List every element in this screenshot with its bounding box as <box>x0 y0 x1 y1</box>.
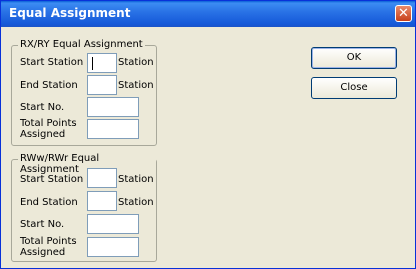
rww-rwr-end-station-unit: Station <box>118 197 154 208</box>
rx-ry-start-no-label: Start No. <box>20 102 65 113</box>
rx-ry-total-points-line1: Total Points <box>20 118 77 129</box>
rww-rwr-start-no-input[interactable] <box>87 214 139 234</box>
rx-ry-end-station-label: End Station <box>20 80 78 91</box>
rww-rwr-start-station-unit: Station <box>118 174 154 185</box>
rww-rwr-start-station-label: Start Station <box>20 174 84 185</box>
rx-ry-group-title: RX/RY Equal Assignment <box>18 39 145 50</box>
ok-button[interactable]: OK <box>311 47 397 69</box>
title-bar[interactable]: Equal Assignment ✕ <box>1 1 415 27</box>
rx-ry-end-station-unit: Station <box>118 80 154 91</box>
rww-rwr-start-station-input[interactable] <box>87 168 117 188</box>
rww-rwr-end-station-input[interactable] <box>87 191 117 211</box>
rx-ry-start-station-unit: Station <box>118 57 154 68</box>
close-button[interactable]: Close <box>311 77 397 99</box>
rww-rwr-total-points-label: Total Points Assigned <box>20 236 77 258</box>
rww-rwr-total-points-input[interactable] <box>87 237 139 257</box>
rx-ry-start-no-input[interactable] <box>87 97 139 117</box>
rww-rwr-start-no-label: Start No. <box>20 219 65 230</box>
rx-ry-end-station-input[interactable] <box>87 75 117 95</box>
close-icon: ✕ <box>398 6 409 21</box>
dialog-title: Equal Assignment <box>9 6 131 20</box>
rx-ry-start-station-input[interactable] <box>87 53 117 73</box>
rx-ry-total-points-input[interactable] <box>87 119 139 139</box>
rww-rwr-total-points-line2: Assigned <box>20 247 66 258</box>
rww-rwr-end-station-label: End Station <box>20 197 78 208</box>
text-caret <box>92 57 93 70</box>
rx-ry-total-points-line2: Assigned <box>20 129 66 140</box>
equal-assignment-dialog: Equal Assignment ✕ RX/RY Equal Assignmen… <box>0 0 416 269</box>
rww-rwr-total-points-line1: Total Points <box>20 236 77 247</box>
rx-ry-start-station-label: Start Station <box>20 57 84 68</box>
close-window-button[interactable]: ✕ <box>395 5 412 22</box>
rx-ry-total-points-label: Total Points Assigned <box>20 118 77 140</box>
